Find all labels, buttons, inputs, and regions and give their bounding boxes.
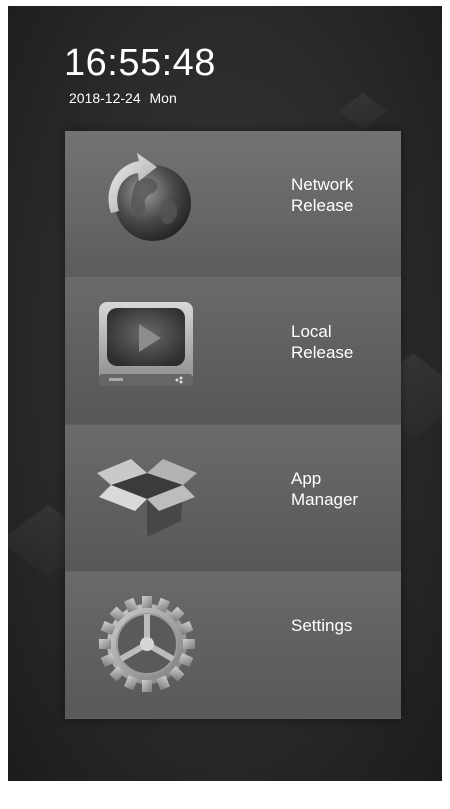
tv-play-icon xyxy=(97,298,197,398)
date-text: 2018-12-24 xyxy=(69,90,141,106)
menu-item-label: Local Release xyxy=(291,322,354,362)
menu-item-label: Network Release xyxy=(291,175,354,215)
main-menu: Network Release Local Release App Manage… xyxy=(65,131,401,719)
globe-refresh-icon xyxy=(97,151,197,251)
menu-item-network-release[interactable]: Network Release xyxy=(65,131,401,278)
menu-item-label: App Manager xyxy=(291,469,359,509)
background-cube-decoration xyxy=(338,92,388,130)
menu-item-local-release[interactable]: Local Release xyxy=(65,278,401,425)
date-row: 2018-12-24 Mon xyxy=(69,90,182,106)
menu-item-app-manager[interactable]: App Manager xyxy=(65,425,401,572)
gear-icon xyxy=(79,576,215,712)
open-box-icon xyxy=(97,445,197,545)
menu-item-settings[interactable]: Settings xyxy=(65,572,401,719)
menu-item-label: Settings xyxy=(291,616,353,635)
clock-time: 16:55:48 xyxy=(64,42,216,84)
launcher-screen: 16:55:48 2018-12-24 Mon Network Release … xyxy=(8,6,442,781)
weekday-text: Mon xyxy=(149,90,177,106)
